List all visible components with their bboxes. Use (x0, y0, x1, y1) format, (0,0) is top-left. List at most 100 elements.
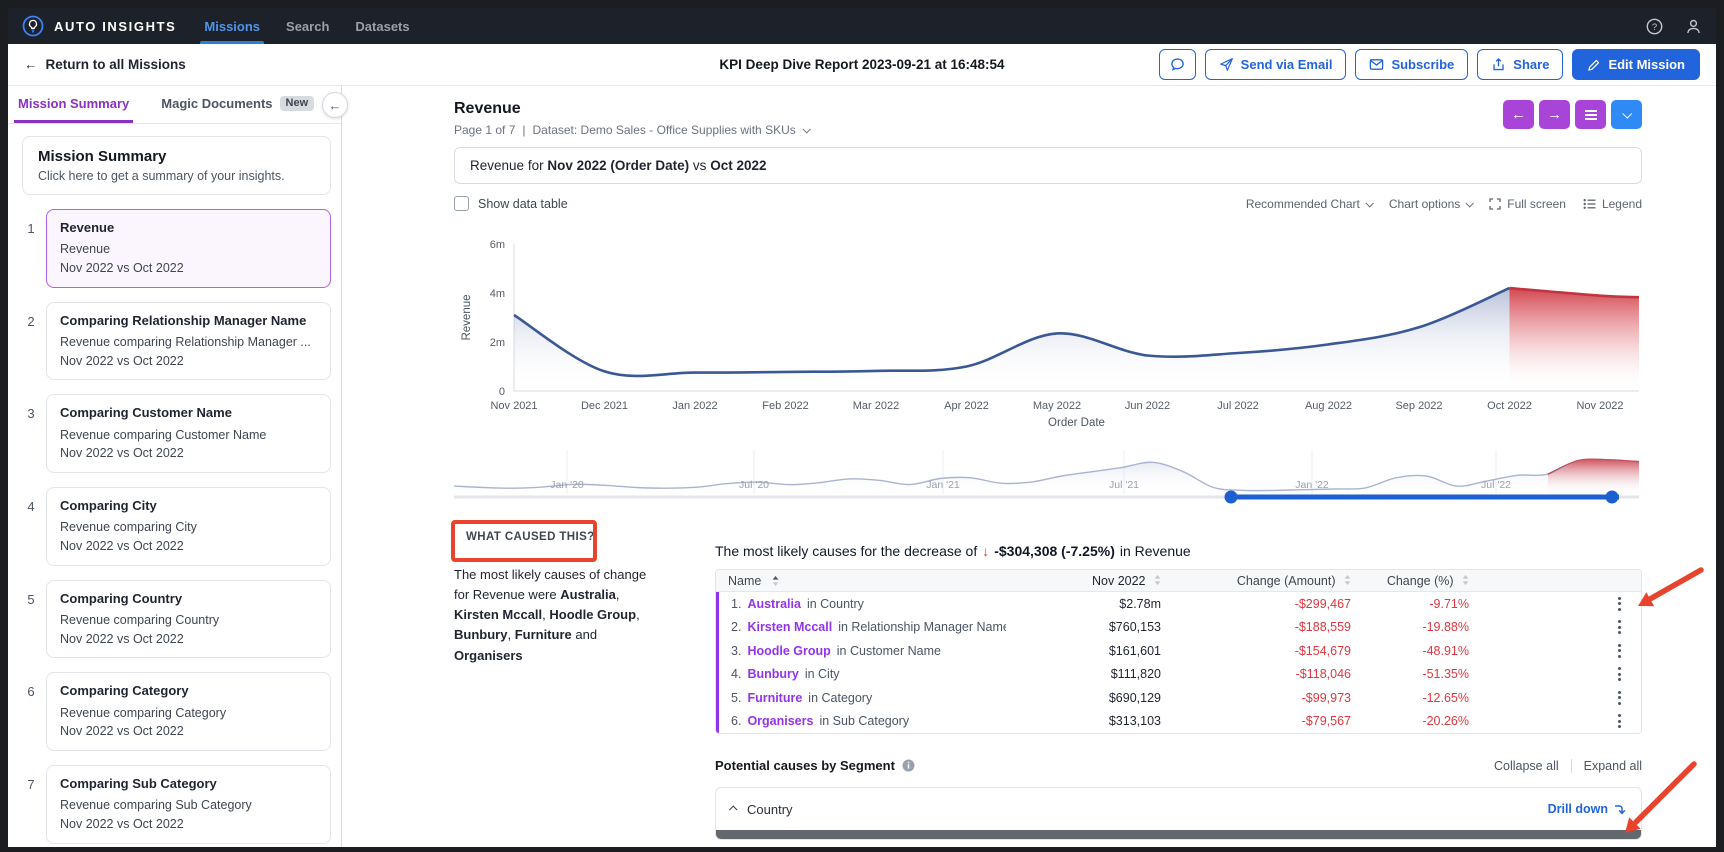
full-screen-button[interactable]: Full screen (1489, 197, 1566, 211)
legend-button[interactable]: Legend (1583, 197, 1642, 211)
collapse-arrow-icon: ← (329, 98, 342, 113)
scrubber-left-handle[interactable] (1225, 491, 1238, 504)
dataset-selector[interactable]: Dataset: Demo Sales - Office Supplies wi… (533, 123, 809, 137)
cause-cell-value: $760,153 (1006, 620, 1161, 634)
sidebar-item-number: 2 (16, 302, 46, 381)
sort-icon (1462, 575, 1469, 585)
share-label: Share (1513, 57, 1549, 72)
subtitle-period: Nov 2022 (Order Date) (547, 158, 689, 173)
svg-text:Jan '20: Jan '20 (550, 479, 584, 491)
revenue-trend-chart: 02m4m6mNov 2021Dec 2021Jan 2022Feb 2022M… (454, 213, 1642, 444)
row-menu-kebab-icon[interactable] (1615, 688, 1624, 708)
pages-menu-button[interactable] (1575, 100, 1606, 129)
sidebar-item-row: 5Comparing CountryRevenue comparing Coun… (16, 580, 331, 659)
cause-cell-value: $111,820 (1006, 667, 1161, 681)
sidebar-item-line1: Revenue comparing Customer Name (60, 426, 317, 445)
show-data-table-checkbox[interactable] (454, 196, 469, 211)
sidebar-item-line1: Revenue comparing Category (60, 704, 317, 723)
cause-cell-change-pct: -19.88% (1351, 620, 1469, 634)
nav-tab-search[interactable]: Search (286, 8, 329, 44)
sidebar-item-line2: Nov 2022 vs Oct 2022 (60, 722, 317, 741)
show-data-table-label: Show data table (478, 197, 568, 211)
sidebar-item-number: 6 (16, 672, 46, 751)
cause-table-row[interactable]: 1.Australiain Country$2.78m-$299,467-9.7… (719, 592, 1641, 616)
subscribe-button[interactable]: Subscribe (1355, 49, 1468, 80)
share-button[interactable]: Share (1477, 49, 1563, 80)
cause-table-row[interactable]: 4.Bunburyin City$111,820-$118,046-51.35% (719, 663, 1641, 687)
scrubber-svg[interactable]: Jan '20Jul '20Jan '21Jul '21Jan '22Jul '… (454, 444, 1639, 504)
segment-country-panel: Country Drill down (715, 787, 1642, 840)
cause-table-row[interactable]: 3.Hoodle Groupin Customer Name$161,601-$… (719, 639, 1641, 663)
comments-button[interactable] (1159, 49, 1196, 80)
nav-right: ? (1646, 18, 1702, 35)
previous-page-button[interactable]: ← (1503, 100, 1534, 129)
cause-table-row[interactable]: 5.Furniturein Category$690,129-$99,973-1… (719, 686, 1641, 710)
mission-summary-card[interactable]: Mission Summary Click here to get a summ… (22, 136, 331, 195)
cause-name-link[interactable]: Organisers (747, 714, 813, 728)
sidebar-item-line1: Revenue comparing City (60, 518, 317, 537)
segment-country-toggle[interactable]: Country (731, 802, 793, 817)
sidebar-item-2[interactable]: Comparing Relationship Manager NameReven… (46, 302, 331, 381)
row-menu-kebab-icon[interactable] (1615, 664, 1624, 684)
edit-mission-button[interactable]: Edit Mission (1572, 49, 1700, 80)
info-icon[interactable] (902, 759, 915, 772)
page-actions-dropdown-button[interactable] (1611, 100, 1642, 129)
help-icon[interactable]: ? (1646, 18, 1663, 35)
send-via-email-button[interactable]: Send via Email (1205, 49, 1347, 80)
cause-name-link[interactable]: Bunbury (747, 667, 798, 681)
scrubber-right-handle[interactable] (1606, 491, 1619, 504)
cause-name-link[interactable]: Kirsten Mccall (747, 620, 832, 634)
row-menu-kebab-icon[interactable] (1615, 641, 1624, 661)
collapse-all-link[interactable]: Collapse all (1494, 759, 1559, 773)
sidebar-scroll-area[interactable]: Mission Summary Click here to get a summ… (8, 124, 341, 847)
nav-tab-datasets[interactable]: Datasets (355, 8, 409, 44)
headline-prefix: The most likely causes for the decrease … (715, 543, 977, 559)
svg-text:Jul '21: Jul '21 (1109, 479, 1139, 491)
recommended-chart-dropdown[interactable]: Recommended Chart (1246, 197, 1372, 211)
sidebar-item-3[interactable]: Comparing Customer NameRevenue comparing… (46, 394, 331, 473)
row-menu-kebab-icon[interactable] (1615, 711, 1624, 731)
sidebar-item-6[interactable]: Comparing CategoryRevenue comparing Cate… (46, 672, 331, 751)
cause-rank: 4. (731, 667, 741, 681)
user-account-icon[interactable] (1685, 18, 1702, 35)
chevron-down-icon (802, 125, 810, 133)
column-header-nov-2022[interactable]: Nov 2022 (1006, 574, 1161, 588)
send-via-email-label: Send via Email (1241, 57, 1333, 72)
timeline-scrubber[interactable]: Jan '20Jul '20Jan '21Jul '21Jan '22Jul '… (454, 444, 1642, 509)
page-title: Revenue (454, 100, 809, 118)
cause-name-link[interactable]: Furniture (747, 691, 802, 705)
cause-table-row[interactable]: 6.Organisersin Sub Category$313,103-$79,… (719, 710, 1641, 734)
cause-table-row[interactable]: 2.Kirsten Mccallin Relationship Manager … (719, 616, 1641, 640)
column-header-change-pct[interactable]: Change (%) (1351, 574, 1469, 588)
expand-all-link[interactable]: Expand all (1584, 759, 1642, 773)
cause-name-link[interactable]: Australia (747, 597, 801, 611)
column-header-change-amount[interactable]: Change (Amount) (1161, 574, 1351, 588)
screen-frame: AUTO INSIGHTS Missions Search Datasets ? (0, 0, 1724, 852)
title-block: Revenue Page 1 of 7 | Dataset: Demo Sale… (454, 100, 809, 137)
sidebar-item-row: 3Comparing Customer NameRevenue comparin… (16, 394, 331, 473)
row-menu-kebab-icon[interactable] (1615, 617, 1624, 637)
chart-controls: Recommended Chart Chart options Full scr… (1246, 197, 1642, 211)
cause-name-link[interactable]: Hoodle Group (747, 644, 830, 658)
row-menu-kebab-icon[interactable] (1615, 594, 1624, 614)
hamburger-menu-icon (1584, 109, 1598, 121)
return-to-missions-link[interactable]: ← Return to all Missions (24, 57, 186, 72)
subtitle-compare: Oct 2022 (710, 158, 766, 173)
cause-cell-name: 5.Furniturein Category (719, 691, 1006, 705)
sidebar-collapse-button[interactable]: ← (322, 92, 348, 118)
sidebar-item-line1: Revenue (60, 240, 317, 259)
drill-down-link[interactable]: Drill down (1548, 802, 1626, 816)
tab-magic-documents[interactable]: Magic Documents New (157, 86, 318, 123)
tab-mission-summary[interactable]: Mission Summary (14, 86, 133, 123)
chart-options-dropdown[interactable]: Chart options (1389, 197, 1472, 211)
sidebar-item-4[interactable]: Comparing CityRevenue comparing CityNov … (46, 487, 331, 566)
top-nav: AUTO INSIGHTS Missions Search Datasets ? (8, 8, 1716, 44)
sidebar-item-1[interactable]: RevenueRevenueNov 2022 vs Oct 2022 (46, 209, 331, 288)
next-page-button[interactable]: → (1539, 100, 1570, 129)
nav-tab-missions[interactable]: Missions (204, 8, 260, 44)
sidebar-item-7[interactable]: Comparing Sub CategoryRevenue comparing … (46, 765, 331, 844)
column-header-name[interactable]: Name (716, 574, 1006, 588)
svg-text:2m: 2m (490, 337, 505, 349)
sidebar-item-5[interactable]: Comparing CountryRevenue comparing Count… (46, 580, 331, 659)
cause-cell-change-amount: -$299,467 (1161, 597, 1351, 611)
